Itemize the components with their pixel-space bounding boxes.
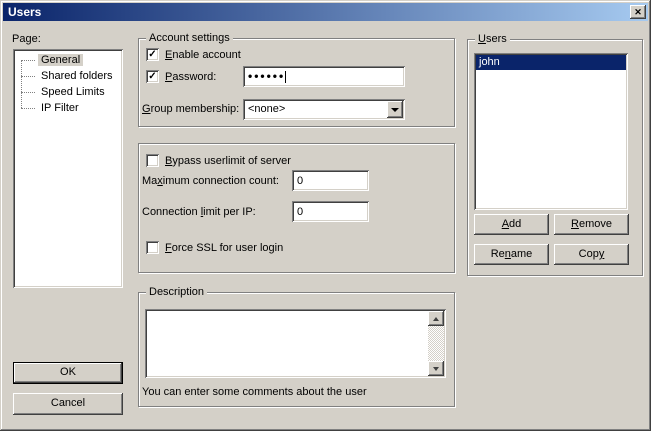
bypass-userlimit-checkbox[interactable]: ✓ <box>146 154 159 167</box>
scroll-track[interactable] <box>428 326 444 361</box>
remove-button[interactable]: Remove <box>554 214 629 235</box>
users-dialog: Users ✕ Page: General Shared folders Spe… <box>0 0 651 431</box>
dropdown-button[interactable] <box>387 101 403 118</box>
rename-button[interactable]: Rename <box>474 244 549 265</box>
scroll-down-button[interactable] <box>428 361 444 376</box>
password-input[interactable]: •••••• <box>243 66 405 87</box>
tree-connector <box>21 60 35 61</box>
group-membership-select[interactable]: <none> <box>243 99 405 120</box>
force-ssl-row: ✓ Force SSL for user login <box>146 241 283 254</box>
group-account-settings-title: Account settings <box>146 32 233 45</box>
group-description-title: Description <box>146 286 207 299</box>
users-list[interactable]: john <box>474 53 628 210</box>
description-input[interactable] <box>147 311 428 376</box>
tree-connector <box>21 108 35 109</box>
check-icon: ✓ <box>146 70 159 83</box>
copy-button[interactable]: Copy <box>554 244 629 265</box>
check-icon: ✓ <box>146 48 159 61</box>
force-ssl-label: Force SSL for user login <box>165 242 283 254</box>
page-list[interactable]: General Shared folders Speed Limits IP F… <box>13 49 123 288</box>
page-item-shared-folders[interactable]: Shared folders <box>13 68 123 84</box>
page-item-ip-filter[interactable]: IP Filter <box>13 100 123 116</box>
description-hint: You can enter some comments about the us… <box>142 386 367 398</box>
tree-connector <box>21 60 22 108</box>
tree-connector <box>21 76 35 77</box>
add-button[interactable]: Add <box>474 214 549 235</box>
force-ssl-checkbox[interactable]: ✓ <box>146 241 159 254</box>
ip-limit-input[interactable] <box>292 201 369 222</box>
users-list-item-john[interactable]: john <box>476 55 626 70</box>
ok-button[interactable]: OK <box>13 362 123 384</box>
close-icon: ✕ <box>634 7 642 17</box>
max-connections-label: Maximum connection count: <box>142 175 279 187</box>
cancel-button[interactable]: Cancel <box>13 393 123 415</box>
bypass-userlimit-row: ✓ Bypass userlimit of server <box>146 154 291 167</box>
page-label: Page: <box>12 33 41 45</box>
enable-account-label: Enable account <box>165 49 241 61</box>
description-field <box>145 309 446 378</box>
enable-account-checkbox[interactable]: ✓ <box>146 48 159 61</box>
bypass-userlimit-label: Bypass userlimit of server <box>165 155 291 167</box>
group-users-title: Users <box>475 33 510 46</box>
page-item-speed-limits[interactable]: Speed Limits <box>13 84 123 100</box>
chevron-down-icon <box>391 108 399 112</box>
text-caret <box>285 71 286 83</box>
description-scrollbar[interactable] <box>428 311 444 376</box>
tree-connector <box>21 92 35 93</box>
page-item-general[interactable]: General <box>13 52 123 68</box>
close-button[interactable]: ✕ <box>630 5 646 19</box>
password-checkbox[interactable]: ✓ <box>146 70 159 83</box>
window-title: Users <box>3 5 41 19</box>
password-label: Password: <box>165 71 216 83</box>
scroll-up-icon <box>433 317 439 321</box>
scroll-up-button[interactable] <box>428 311 444 326</box>
password-row: ✓ Password: <box>146 70 216 83</box>
title-bar[interactable]: Users ✕ <box>3 3 648 21</box>
scroll-down-icon <box>433 367 439 371</box>
max-connections-input[interactable] <box>292 170 369 191</box>
enable-account-row: ✓ Enable account <box>146 48 241 61</box>
ip-limit-label: Connection limit per IP: <box>142 206 256 218</box>
group-membership-label: Group membership: <box>142 103 239 115</box>
